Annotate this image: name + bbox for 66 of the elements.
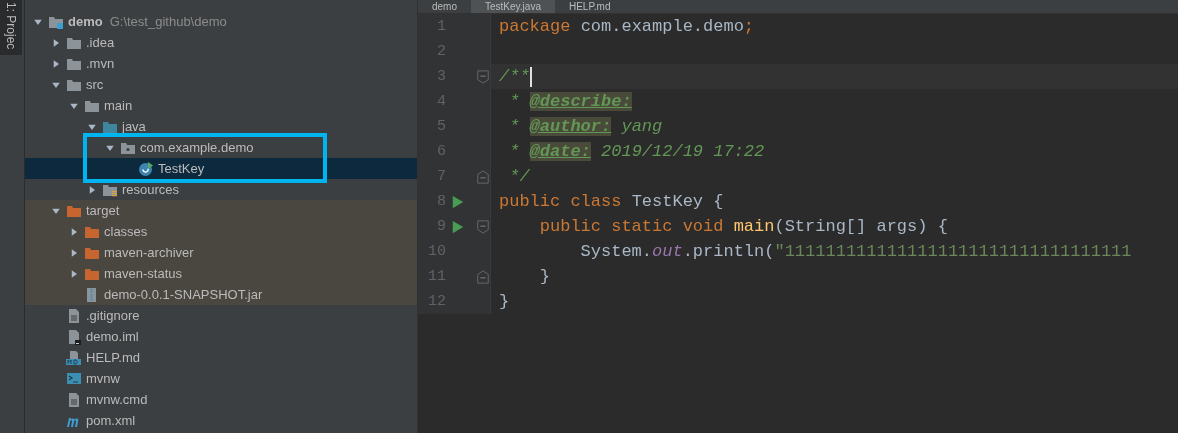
item-label: java	[122, 119, 146, 134]
code-line: /**	[499, 66, 532, 87]
item-label: maven-status	[104, 266, 183, 281]
item-label: mvnw.cmd	[86, 392, 148, 407]
item-label: main	[104, 98, 133, 113]
code-line: public static void main(String[] args) {	[538, 217, 948, 236]
editor-tab[interactable]: TestKey.java	[471, 0, 555, 13]
file-icon	[66, 307, 82, 324]
project-tool-button[interactable]: 1: Projec	[0, 0, 22, 56]
tree-item[interactable]: TestKey	[25, 158, 417, 179]
tree-item[interactable]: maven-archiver	[25, 242, 417, 263]
item-label: com.example.demo	[140, 140, 254, 155]
item-label: HELP.md	[86, 350, 140, 365]
fold-marker-icon[interactable]	[476, 69, 490, 84]
code-line: }	[499, 292, 510, 311]
item-label: target	[86, 203, 120, 218]
tree-item[interactable]: HELP.md	[25, 347, 417, 368]
item-label: resources	[122, 182, 180, 197]
tree-item[interactable]: mvnw	[25, 368, 417, 389]
fold-marker-icon[interactable]	[476, 169, 490, 184]
tree-item[interactable]: demo G:\test_github\demo	[25, 11, 417, 32]
code-line: }	[538, 267, 550, 286]
file-icon	[66, 328, 82, 345]
editor-tab[interactable]: demo	[418, 0, 471, 13]
code-line: * @date: 2019/12/19 17:22	[508, 142, 765, 161]
tree-item[interactable]: pom.xml	[25, 410, 417, 431]
markdown-file-icon	[66, 349, 82, 366]
item-label: TestKey	[158, 161, 205, 176]
item-label: demo-0.0.1-SNAPSHOT.jar	[104, 287, 263, 302]
item-label: src	[86, 77, 104, 92]
tree-item[interactable]: target	[25, 200, 417, 221]
tree-item[interactable]: classes	[25, 221, 417, 242]
item-path: G:\test_github\demo	[109, 14, 227, 29]
item-label: pom.xml	[86, 413, 136, 428]
run-icon[interactable]	[451, 219, 465, 234]
tree-item[interactable]: .idea	[25, 32, 417, 53]
file-icon	[66, 391, 82, 408]
code-line: */	[508, 167, 530, 186]
code-line: System.out.println("1111111111111111111111111111111111	[579, 242, 1132, 261]
tree-item[interactable]: mvnw.cmd	[25, 389, 417, 410]
tree-item[interactable]: java	[25, 116, 417, 137]
editor-tab[interactable]: HELP.md	[554, 0, 625, 13]
tree-item[interactable]: demo-0.0.1-SNAPSHOT.jar	[25, 284, 417, 305]
item-label: maven-archiver	[104, 245, 194, 260]
code-line: package com.example.demo;	[499, 17, 755, 36]
tree-item[interactable]: main	[25, 95, 417, 116]
tree-item[interactable]: maven-status	[25, 263, 417, 284]
item-label: .gitignore	[86, 308, 140, 323]
item-label: demo.iml	[86, 329, 139, 344]
tree-item[interactable]: src	[25, 74, 417, 95]
item-label: .idea	[86, 35, 115, 50]
tree-item[interactable]: resources	[25, 179, 417, 200]
terminal-icon	[66, 370, 82, 387]
item-label: .mvn	[86, 56, 115, 71]
tree-item[interactable]: .gitignore	[25, 305, 417, 326]
fold-marker-icon[interactable]	[476, 219, 490, 234]
code-line: public class TestKey {	[499, 192, 724, 211]
tree-item[interactable]: com.example.demo	[25, 137, 417, 158]
run-icon[interactable]	[451, 194, 465, 209]
item-label: classes	[104, 224, 148, 239]
item-label: mvnw	[86, 371, 120, 386]
class-icon	[138, 160, 154, 177]
tree-item[interactable]: .mvn	[25, 53, 417, 74]
fold-marker-icon[interactable]	[476, 269, 490, 284]
item-label: demo	[68, 14, 103, 29]
tree-item[interactable]: demo.iml	[25, 326, 417, 347]
